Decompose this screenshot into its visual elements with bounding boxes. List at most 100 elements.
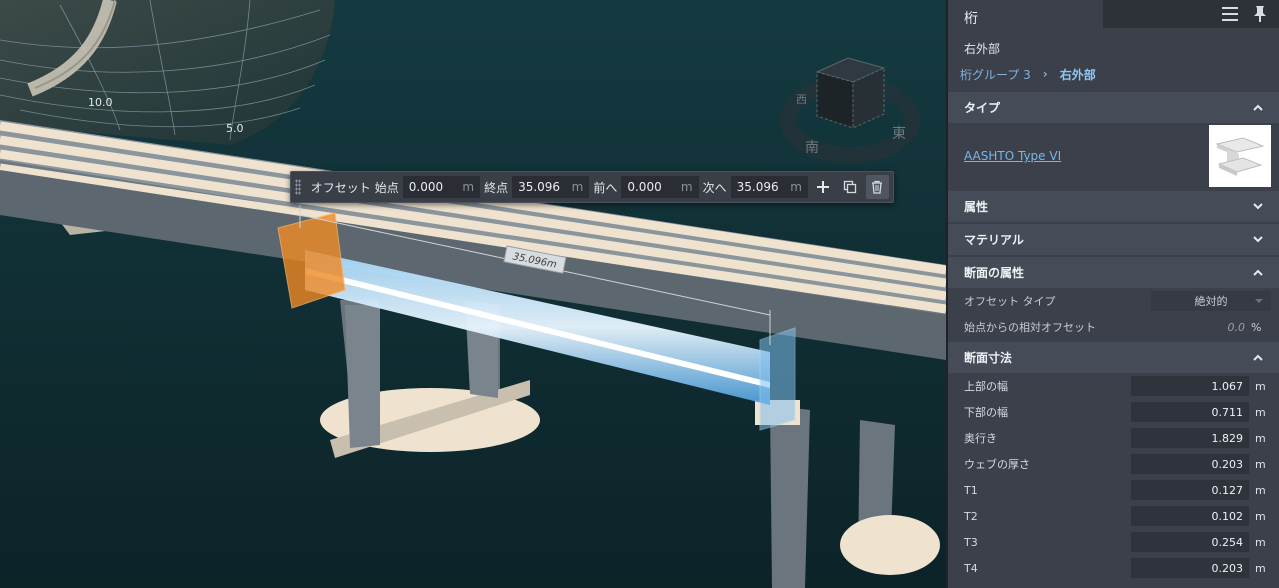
- dimension-row: 下部の幅 0.711 m: [948, 399, 1279, 425]
- plus-icon: [817, 181, 830, 193]
- start-value: 0.000: [408, 180, 444, 194]
- properties-panel: 桁 右外部 桁グループ 3 › 右外部 タイプ AASHTO Type VI 属…: [946, 0, 1279, 588]
- hamburger-icon[interactable]: [1221, 6, 1239, 22]
- copy-icon: [844, 180, 857, 194]
- dimension-row: ウェブの厚さ 0.203 m: [948, 451, 1279, 477]
- relative-offset-label: 始点からの相対オフセット: [964, 321, 1096, 334]
- 3d-viewport[interactable]: 10.0 5.0 35.096m 西 南 東 オフセット 始点 0.000 m …: [0, 0, 946, 588]
- relative-offset-value[interactable]: 0.0: [1228, 321, 1246, 334]
- add-button[interactable]: [812, 175, 835, 199]
- chevron-up-icon: [1253, 104, 1263, 111]
- girder-type-thumbnail[interactable]: [1209, 125, 1271, 187]
- relative-offset-row: 始点からの相対オフセット 0.0 %: [948, 314, 1279, 340]
- section-attributes-header[interactable]: 属性: [948, 191, 1279, 222]
- chevron-up-icon: [1253, 354, 1263, 361]
- section-dimensions-header[interactable]: 断面寸法: [948, 342, 1279, 373]
- dimension-label: 下部の幅: [964, 406, 1008, 419]
- next-label: 次へ: [702, 180, 727, 195]
- dimension-input[interactable]: 0.127: [1131, 480, 1249, 500]
- dimension-value: 0.203: [1211, 457, 1244, 471]
- prev-input[interactable]: 0.000 m: [621, 176, 699, 198]
- dimension-value: 0.203: [1211, 561, 1244, 575]
- dimension-value: 0.254: [1211, 535, 1244, 549]
- drag-handle[interactable]: [295, 179, 301, 195]
- section-attributes-title: 属性: [964, 200, 989, 214]
- dimension-label: T4: [964, 561, 978, 575]
- section-props-body: オフセット タイプ 絶対的 始点からの相対オフセット 0.0 %: [948, 288, 1279, 340]
- delete-button[interactable]: [865, 175, 889, 199]
- start-unit: m: [462, 180, 475, 194]
- dimension-row: T3 0.254 m: [948, 529, 1279, 555]
- dimension-unit: m: [1255, 561, 1266, 575]
- section-dimensions-title: 断面寸法: [964, 351, 1013, 365]
- compass-south[interactable]: 南: [805, 140, 819, 156]
- offset-toolbar: オフセット 始点 0.000 m 終点 35.096 m 前へ 0.000 m …: [290, 171, 894, 203]
- dimension-input[interactable]: 0.254: [1131, 532, 1249, 552]
- dimension-label: T1: [964, 483, 978, 497]
- dimension-row: 上部の幅 1.067 m: [948, 373, 1279, 399]
- dimension-input[interactable]: 0.203: [1131, 454, 1249, 474]
- dimension-input[interactable]: 1.829: [1131, 428, 1249, 448]
- section-type-header[interactable]: タイプ: [948, 92, 1279, 123]
- contour-label-10: 10.0: [88, 96, 113, 109]
- end-input[interactable]: 35.096 m: [512, 176, 590, 198]
- chevron-down-icon: [1253, 203, 1263, 210]
- start-input[interactable]: 0.000 m: [402, 176, 481, 198]
- relative-offset-unit: %: [1251, 320, 1262, 334]
- compass-west[interactable]: 西: [796, 93, 807, 106]
- dimension-value: 0.102: [1211, 509, 1244, 523]
- dimension-unit: m: [1255, 483, 1266, 497]
- breadcrumb-current: 右外部: [1059, 67, 1096, 82]
- dimension-label: T3: [964, 535, 978, 549]
- dimension-unit: m: [1255, 431, 1266, 445]
- bridge-scene[interactable]: 10.0 5.0 35.096m 西 南 東: [0, 0, 946, 588]
- dimension-row: T2 0.102 m: [948, 503, 1279, 529]
- dimension-row: T1 0.127 m: [948, 477, 1279, 503]
- object-name: 右外部: [964, 42, 1001, 56]
- dimension-value: 0.711: [1211, 405, 1244, 419]
- breadcrumb: 桁グループ 3 › 右外部: [948, 58, 1279, 90]
- dimension-row: T4 0.203 m: [948, 555, 1279, 581]
- section-material-header[interactable]: マテリアル: [948, 224, 1279, 255]
- offset-type-row: オフセット タイプ 絶対的: [948, 288, 1279, 314]
- pin-icon[interactable]: [1253, 5, 1267, 23]
- dimension-input[interactable]: 1.067: [1131, 376, 1249, 396]
- dimension-unit: m: [1255, 405, 1266, 419]
- dimension-row: 奥行き 1.829 m: [948, 425, 1279, 451]
- breadcrumb-parent[interactable]: 桁グループ 3: [960, 66, 1031, 83]
- panel-title: 桁: [964, 11, 978, 27]
- offset-type-label: オフセット タイプ: [964, 295, 1056, 308]
- offset-type-value: 絶対的: [1194, 295, 1228, 308]
- prev-value: 0.000: [627, 180, 662, 194]
- dimension-value: 1.829: [1211, 431, 1244, 445]
- end-label: 終点: [484, 180, 509, 195]
- prev-unit: m: [680, 180, 693, 194]
- contour-label-5: 5.0: [226, 122, 244, 135]
- dimension-unit: m: [1255, 457, 1266, 471]
- dimension-unit: m: [1255, 509, 1266, 523]
- type-row: AASHTO Type VI: [948, 123, 1279, 189]
- dimensions-body: 上部の幅 1.067 m 下部の幅 0.711 m 奥行き 1.829 m ウェブの厚さ 0.203…: [948, 373, 1279, 581]
- chevron-right-icon: ›: [1042, 67, 1048, 81]
- girder-type-link[interactable]: AASHTO Type VI: [964, 149, 1061, 163]
- section-props-header[interactable]: 断面の属性: [948, 257, 1279, 288]
- dimension-label: ウェブの厚さ: [964, 458, 1030, 471]
- offset-type-select[interactable]: 絶対的: [1151, 291, 1271, 311]
- trash-icon: [872, 180, 883, 194]
- copy-button[interactable]: [839, 175, 862, 199]
- prev-label: 前へ: [593, 180, 618, 195]
- compass-east[interactable]: 東: [892, 126, 906, 142]
- section-props-title: 断面の属性: [964, 266, 1025, 280]
- next-value: 35.096: [736, 180, 779, 194]
- offset-label: オフセット: [310, 180, 371, 195]
- dimension-input[interactable]: 0.711: [1131, 402, 1249, 422]
- caret-down-icon: [1255, 299, 1263, 303]
- dimension-value: 0.127: [1211, 483, 1244, 497]
- dimension-input[interactable]: 0.102: [1131, 506, 1249, 526]
- dimension-unit: m: [1255, 379, 1266, 393]
- chevron-up-icon: [1253, 269, 1263, 276]
- dimension-input[interactable]: 0.203: [1131, 558, 1249, 578]
- dimension-label: 上部の幅: [964, 380, 1008, 393]
- next-input[interactable]: 35.096 m: [730, 176, 808, 198]
- next-unit: m: [790, 180, 802, 194]
